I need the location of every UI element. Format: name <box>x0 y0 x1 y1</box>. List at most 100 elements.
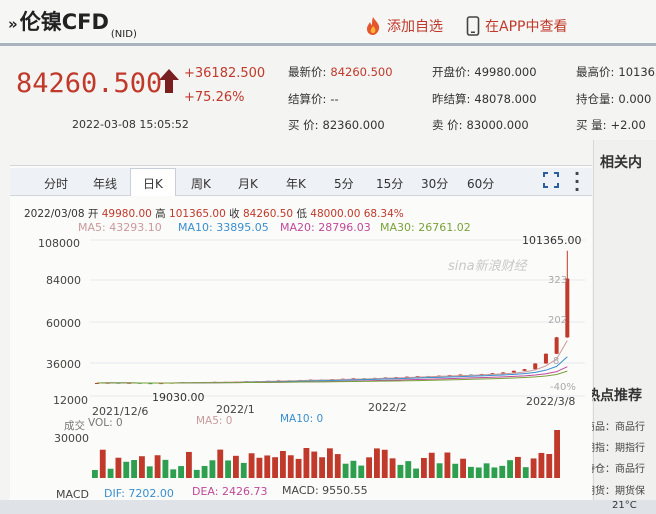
volume-bar <box>303 448 310 478</box>
tab-weekly-k[interactable]: 周K <box>191 175 211 192</box>
field-bid-price: 买 价: 82360.000 <box>288 118 385 132</box>
tab-yearly-k[interactable]: 年K <box>286 175 306 192</box>
volume-bar <box>530 458 537 478</box>
field-high-price: 最高价:101365. <box>576 65 656 79</box>
double-chevron-icon: » <box>8 15 18 33</box>
pct-label-8: 8 <box>553 356 560 367</box>
flame-icon <box>367 17 380 35</box>
volume-bar <box>272 457 278 478</box>
volume-bar <box>319 457 325 478</box>
volume-bar <box>295 458 302 478</box>
volume-bar <box>421 457 427 478</box>
tab-60min[interactable]: 60分 <box>467 175 494 192</box>
y-tick-60000: 60000 <box>46 317 81 330</box>
volume-bar <box>170 469 177 478</box>
volume-chart <box>92 430 560 478</box>
macd-dif: DIF: 7202.00 <box>104 487 174 500</box>
field-ask-price: 卖 价: 83000.000 <box>432 118 529 132</box>
title-text: 伦镍CFD <box>19 10 109 34</box>
vol-ma10-readout: MA10: 0 <box>280 413 324 425</box>
volume-bar <box>491 467 498 478</box>
candle-body <box>565 278 570 338</box>
x-tick-2022-2: 2022/2 <box>368 401 407 414</box>
fullscreen-icon[interactable] <box>543 172 559 188</box>
volume-bar <box>436 463 443 478</box>
tab-intraday[interactable]: 分时 <box>44 175 68 192</box>
macd-dea: DEA: 2426.73 <box>192 485 268 498</box>
volume-bar <box>452 463 459 478</box>
volume-bar <box>334 454 341 478</box>
volume-bar <box>522 467 529 478</box>
ohlc-info-line: 2022/03/08 开 49980.00 高 101365.00 收 8426… <box>24 208 404 220</box>
tab-15min[interactable]: 15分 <box>376 175 403 192</box>
low-price-label: 19030.00 <box>152 391 205 404</box>
volume-bar <box>546 454 553 478</box>
volume-bar <box>468 466 474 478</box>
vol-ma5-readout: MA5: 0 <box>196 415 233 427</box>
volume-bar <box>217 449 224 478</box>
sidebar-item-index-futures[interactable]: 期指：期指行 <box>585 439 645 454</box>
more-options-icon[interactable]: · · · <box>574 166 580 198</box>
volume-y-tick: 30000 <box>54 432 89 445</box>
volume-bar <box>146 466 153 478</box>
volume-bar <box>193 469 200 478</box>
volume-bar <box>460 458 466 478</box>
volume-bar <box>311 451 318 478</box>
tab-monthly-k[interactable]: 月K <box>238 175 258 192</box>
volume-bar <box>554 430 560 478</box>
field-latest-price: 最新价: 84260.500 <box>288 65 393 79</box>
volume-bar <box>99 449 106 478</box>
price-change: +36182.500 <box>184 66 266 81</box>
volume-bar <box>115 457 122 478</box>
field-open-interest: 持仓量: 0.000 <box>576 92 652 106</box>
sina-watermark: sina新浪财经 <box>448 259 527 274</box>
volume-bar <box>248 453 255 478</box>
view-in-app-button[interactable]: 在APP中查看 <box>466 16 567 36</box>
volume-bar <box>389 458 396 478</box>
pct-label-202: 202 <box>548 315 568 326</box>
field-bid-volume: 买 量: +2.00 <box>576 118 646 132</box>
volume-bar <box>287 455 294 478</box>
candle-body <box>533 363 538 370</box>
tab-5min[interactable]: 5分 <box>334 175 354 192</box>
volume-bar <box>280 450 286 478</box>
volume-bar <box>92 470 98 478</box>
volume-label: 成交 <box>64 420 85 432</box>
add-watchlist-button[interactable]: 添加自选 <box>364 16 443 36</box>
volume-bar <box>256 457 263 478</box>
volume-bar <box>154 455 161 478</box>
volume-bar <box>358 465 365 478</box>
y-tick-12000: 12000 <box>53 394 88 407</box>
volume-bar <box>538 452 545 478</box>
volume-bar <box>186 451 192 478</box>
phone-icon <box>466 16 480 36</box>
tab-year-line[interactable]: 年线 <box>93 175 117 192</box>
sidebar-item-futures[interactable]: 期货：期货保 <box>585 482 645 497</box>
page-title: »伦镍CFD(NID) <box>8 6 137 40</box>
pct-label-323: 323 <box>548 275 568 286</box>
ma30-readout: MA30: 26761.02 <box>380 221 471 234</box>
volume-bar <box>515 456 521 478</box>
volume-bar <box>327 448 333 478</box>
volume-bar <box>507 460 513 478</box>
y-tick-84000: 84000 <box>46 274 81 287</box>
taskbar-temperature: 21°C <box>612 500 637 511</box>
field-prev-settle: 昨结算: 48078.000 <box>432 92 537 106</box>
pct-label-neg40: -40% <box>550 382 576 393</box>
tab-30min[interactable]: 30分 <box>421 175 448 192</box>
sidebar-item-positions[interactable]: 持仓：商品行 <box>585 460 645 475</box>
macd-value: MACD: 9550.55 <box>282 484 368 497</box>
candle-body <box>511 370 516 373</box>
hot-recommend-title: 热点推荐 <box>586 388 642 404</box>
volume-bar <box>123 461 130 478</box>
volume-bar <box>397 464 404 478</box>
sidebar-item-commodity[interactable]: 商品：商品行 <box>585 418 645 433</box>
volume-bar <box>405 461 412 478</box>
y-tick-108000: 108000 <box>38 237 80 250</box>
volume-bar <box>444 452 451 478</box>
volume-bar <box>475 467 482 478</box>
volume-bar <box>233 455 239 478</box>
tab-daily-k[interactable]: 日K <box>143 175 163 192</box>
last-price: 84260.500 <box>16 68 163 99</box>
field-settle-price: 结算价: -- <box>288 92 339 106</box>
